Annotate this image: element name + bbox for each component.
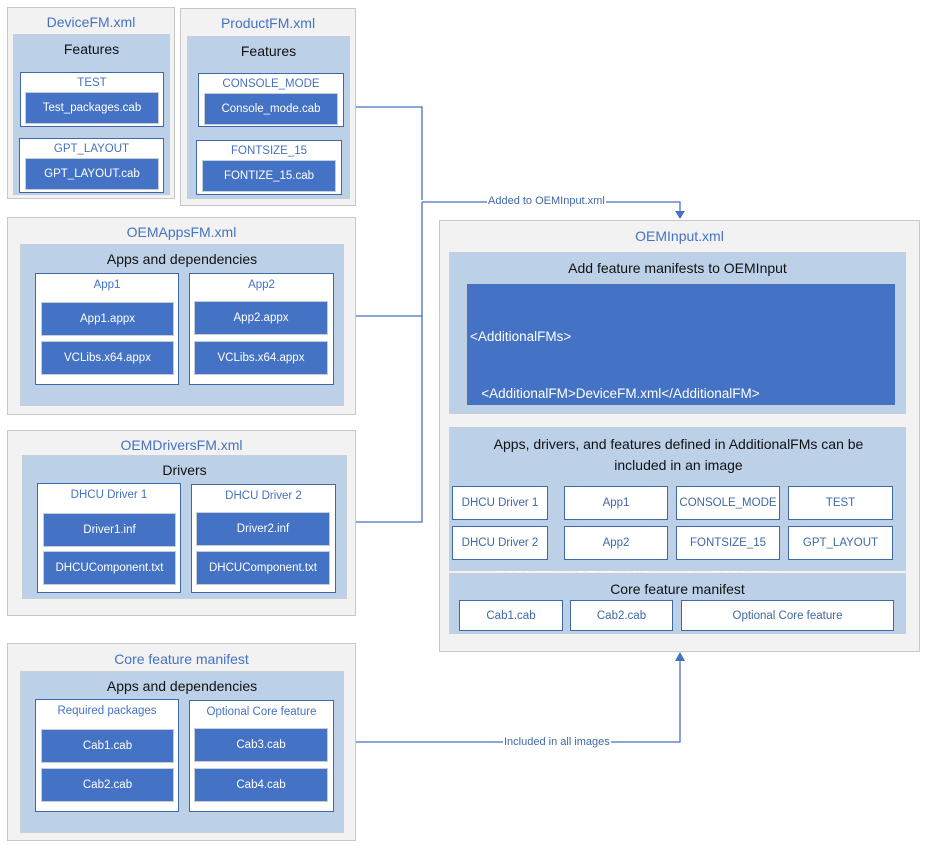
package-item: GPT_LAYOUT.cab xyxy=(25,158,159,190)
oemdriversfm-drivers-section: Drivers DHCU Driver 1 Driver1.inf DHCUCo… xyxy=(22,455,347,599)
package-item: Driver1.inf xyxy=(43,513,176,547)
additional-fms-code-block: <AdditionalFMs> <AdditionalFM>DeviceFM.x… xyxy=(466,283,896,633)
connector-driversfm xyxy=(356,202,423,523)
included-item: App2 xyxy=(564,526,668,560)
package-item: Cab2.cab xyxy=(41,768,174,802)
core-item: Optional Core feature xyxy=(681,600,894,631)
oemappsfm-section-label: Apps and dependencies xyxy=(106,251,258,267)
package-item: Driver2.inf xyxy=(196,512,330,546)
connector-arrowhead-down xyxy=(675,211,685,219)
feature-name: FONTSIZE_15 xyxy=(230,145,308,157)
driver-card-dhcu-driver-1: DHCU Driver 1 Driver1.inf DHCUComponent.… xyxy=(37,483,181,593)
code-line: <AdditionalFMs> xyxy=(470,328,572,344)
package-item: App1.appx xyxy=(41,302,174,336)
oeminput-panel: OEMInput.xml Add feature manifests to OE… xyxy=(439,220,920,652)
package-item: Test_packages.cab xyxy=(25,92,159,124)
add-feature-manifests-section: Add feature manifests to OEMInput <Addit… xyxy=(449,252,906,633)
core-card-optional-core-feature: Optional Core feature Cab3.cab Cab4.cab xyxy=(189,700,334,812)
oemdriversfm-title: OEMDriversFM.xml xyxy=(120,437,243,453)
feature-name: CONSOLE_MODE xyxy=(222,78,320,90)
included-item: CONSOLE_MODE xyxy=(676,486,780,520)
driver-name: DHCU Driver 1 xyxy=(70,489,148,501)
feature-card-fontsize-15: FONTSIZE_15 FONTIZE_15.cab xyxy=(196,140,342,195)
included-in-all-images-label: Included in all images xyxy=(503,736,611,748)
oemdriversfm-section-label: Drivers xyxy=(162,462,207,478)
package-item: Cab3.cab xyxy=(194,728,328,762)
devicefm-features-section: Features TEST Test_packages.cab GPT_LAYO… xyxy=(13,34,170,195)
productfm-title: ProductFM.xml xyxy=(220,15,316,31)
app-card-app2: App2 App2.appx VCLibs.x64.appx xyxy=(189,273,334,385)
included-item: TEST xyxy=(788,486,893,520)
feature-name: TEST xyxy=(77,77,107,89)
package-item: DHCUComponent.txt xyxy=(196,551,330,585)
group-name: Required packages xyxy=(57,705,157,717)
productfm-panel: ProductFM.xml Features CONSOLE_MODE Cons… xyxy=(180,8,356,206)
added-to-oeminput-label: Added to OEMInput.xml xyxy=(487,195,606,207)
package-item: FONTIZE_15.cab xyxy=(202,160,336,192)
driver-card-dhcu-driver-2: DHCU Driver 2 Driver2.inf DHCUComponent.… xyxy=(191,484,336,593)
devicefm-title: DeviceFM.xml xyxy=(46,14,136,30)
feature-name: GPT_LAYOUT xyxy=(53,143,130,155)
feature-card-gpt-layout: GPT_LAYOUT GPT_LAYOUT.cab xyxy=(19,138,164,193)
core-item: Cab1.cab xyxy=(459,600,563,631)
package-item: Console_mode.cab xyxy=(204,93,338,125)
corefm-panel: Core feature manifest Apps and dependenc… xyxy=(7,643,356,841)
feature-card-console-mode: CONSOLE_MODE Console_mode.cab xyxy=(198,73,344,127)
oemappsfm-apps-section: Apps and dependencies App1 App1.appx VCL… xyxy=(20,244,344,406)
corefm-section-label: Apps and dependencies xyxy=(106,678,258,694)
package-item: Cab4.cab xyxy=(194,768,328,802)
package-item: App2.appx xyxy=(194,301,328,335)
app-name: App1 xyxy=(93,279,121,291)
corefm-apps-section: Apps and dependencies Required packages … xyxy=(20,671,344,833)
app-name: App2 xyxy=(248,279,275,291)
oemappsfm-panel: OEMAppsFM.xml Apps and dependencies App1… xyxy=(7,217,356,415)
group-name: Optional Core feature xyxy=(206,706,317,718)
feature-card-test: TEST Test_packages.cab xyxy=(20,72,164,127)
core-section-title: Core feature manifest xyxy=(610,581,745,597)
corefm-title: Core feature manifest xyxy=(114,651,249,667)
included-item: App1 xyxy=(564,486,668,520)
core-item: Cab2.cab xyxy=(570,600,673,631)
package-item: DHCUComponent.txt xyxy=(43,551,176,585)
app-card-app1: App1 App1.appx VCLibs.x64.appx xyxy=(35,273,179,385)
driver-name: DHCU Driver 2 xyxy=(225,490,302,502)
included-item: GPT_LAYOUT xyxy=(788,526,893,560)
devicefm-features-label: Features xyxy=(63,41,120,57)
core-card-required-packages: Required packages Cab1.cab Cab2.cab xyxy=(35,699,179,812)
oemappsfm-title: OEMAppsFM.xml xyxy=(126,224,237,240)
package-item: Cab1.cab xyxy=(41,729,174,763)
included-item: DHCU Driver 2 xyxy=(452,526,548,560)
oeminput-title: OEMInput.xml xyxy=(635,228,724,244)
package-item: VCLibs.x64.appx xyxy=(41,341,174,375)
productfm-features-section: Features CONSOLE_MODE Console_mode.cab F… xyxy=(187,36,350,199)
included-item: DHCU Driver 1 xyxy=(452,486,548,520)
included-item: FONTSIZE_15 xyxy=(676,526,780,560)
productfm-features-label: Features xyxy=(240,43,297,59)
connector-productfm xyxy=(356,106,423,200)
core-feature-manifest-section: Core feature manifest Cab1.cab Cab2.cab … xyxy=(449,573,906,634)
included-items-section: Apps, drivers, and features defined in A… xyxy=(449,427,906,571)
oemdriversfm-panel: OEMDriversFM.xml Drivers DHCU Driver 1 D… xyxy=(7,430,356,616)
code-line: <AdditionalFM>DeviceFM.xml</AdditionalFM… xyxy=(470,386,760,402)
included-section-title: Apps, drivers, and features defined in A… xyxy=(493,436,864,473)
add-section-title: Add feature manifests to OEMInput xyxy=(568,260,787,276)
package-item: VCLibs.x64.appx xyxy=(194,341,328,375)
devicefm-panel: DeviceFM.xml Features TEST Test_packages… xyxy=(7,7,175,199)
